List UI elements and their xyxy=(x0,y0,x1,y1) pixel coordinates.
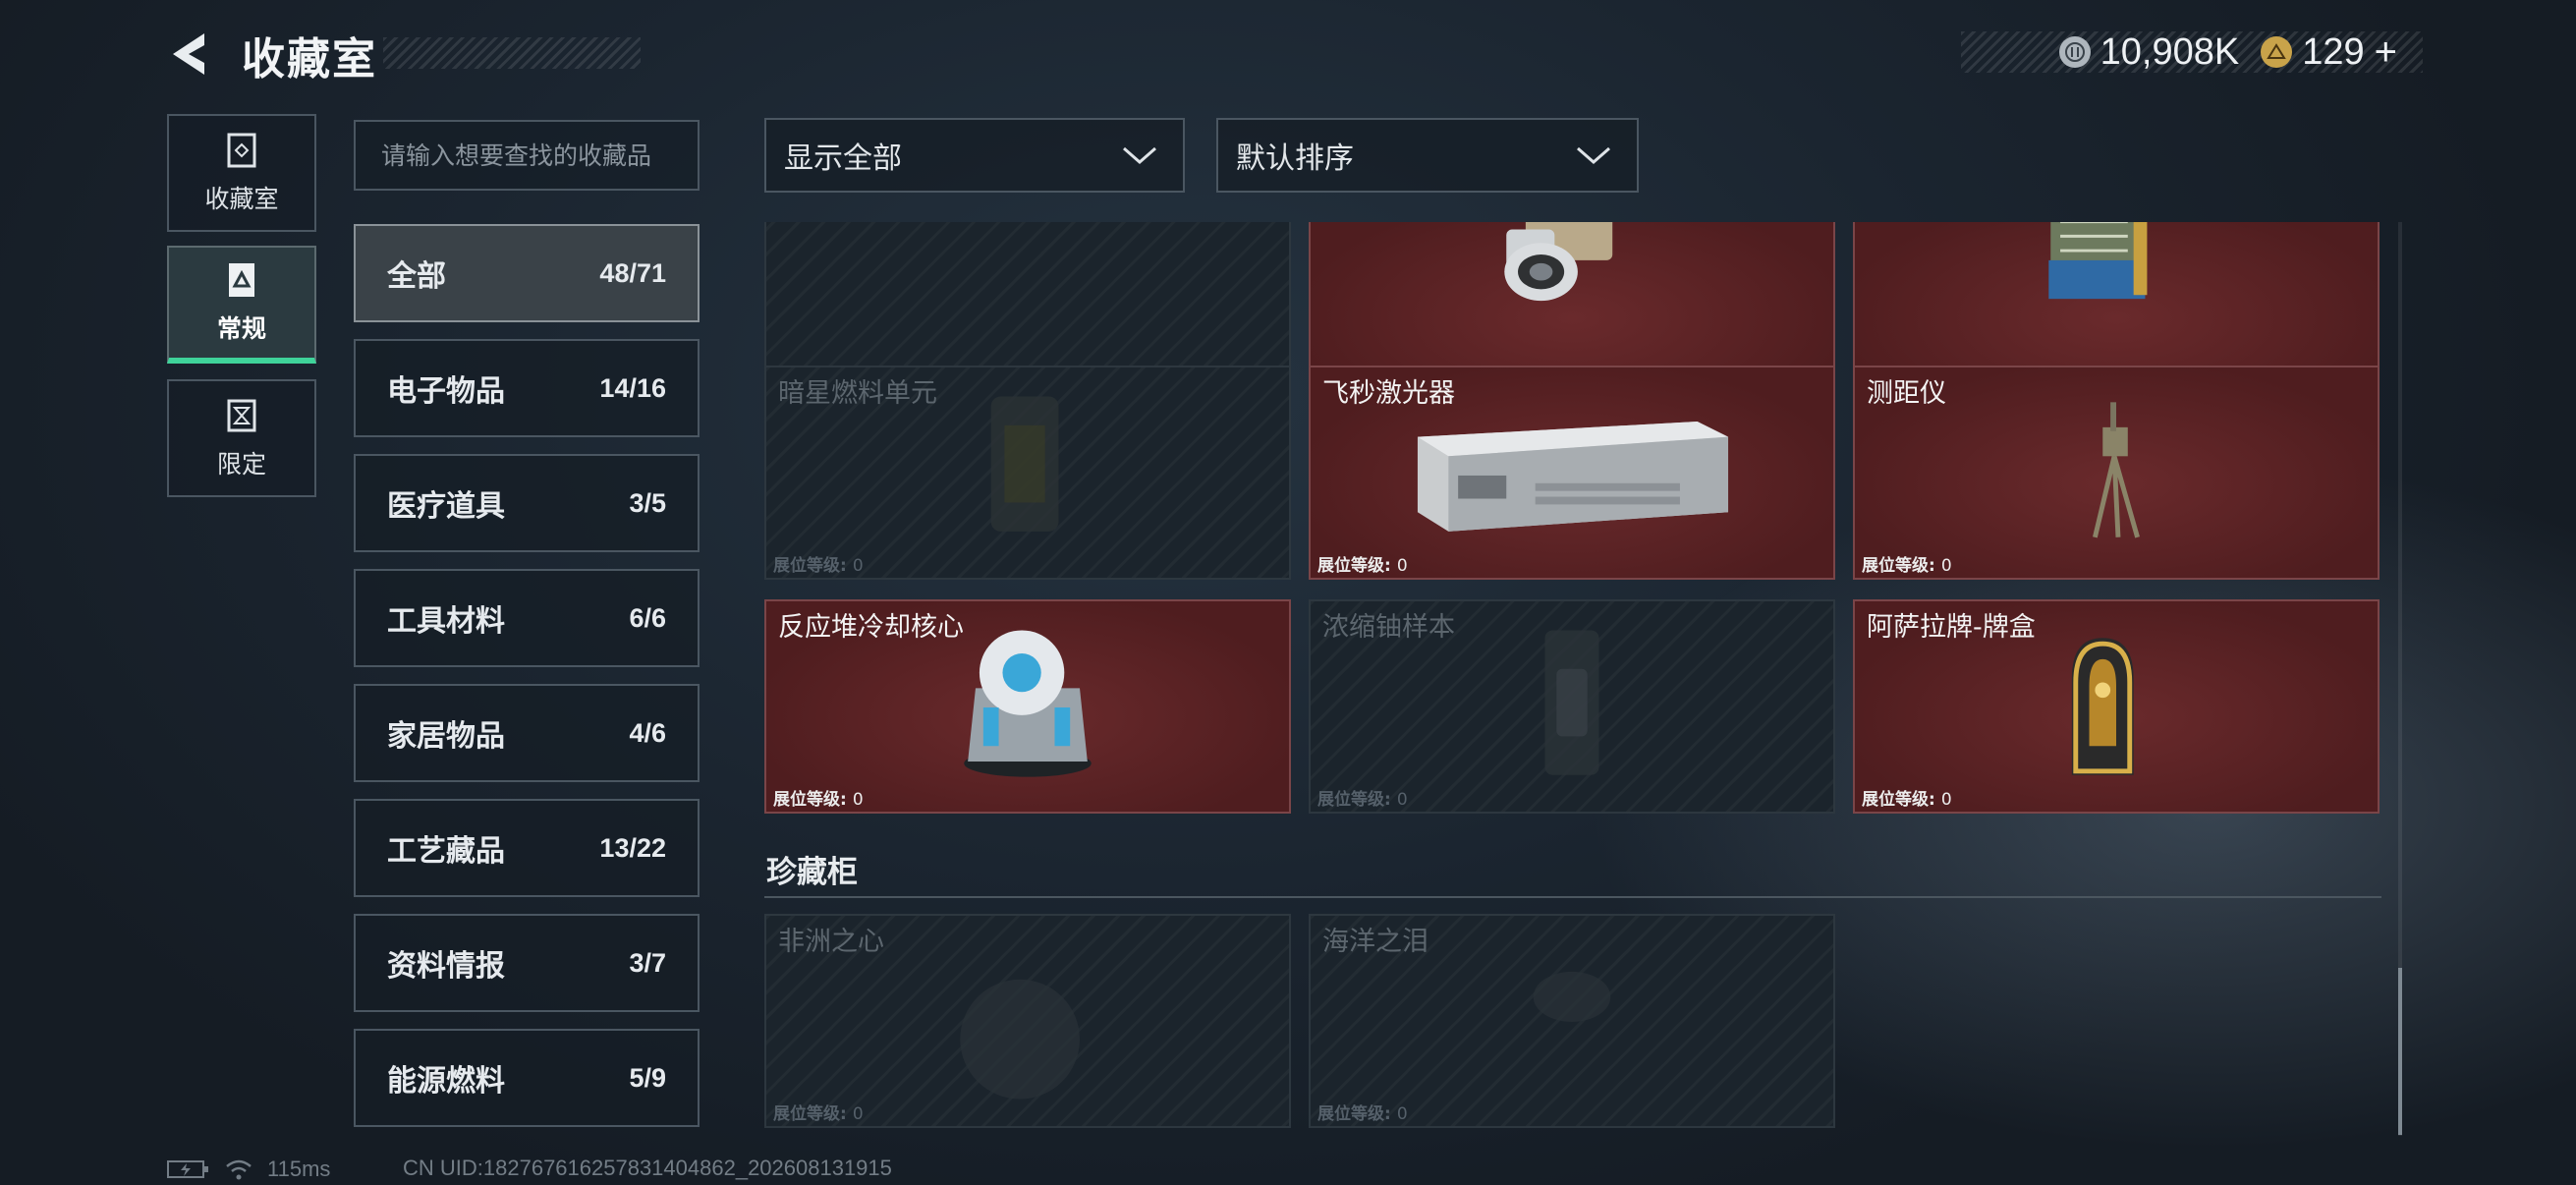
sort-dropdown[interactable]: 默认排序 xyxy=(1216,118,1639,193)
card-name: 飞秒激光器 xyxy=(1322,378,1455,409)
card-name: 浓缩铀样本 xyxy=(1322,612,1455,643)
collection-card[interactable]: 测距仪 展位等级: 0 xyxy=(1853,366,2380,580)
category-name: 医疗道具 xyxy=(387,489,505,524)
chevron-down-icon xyxy=(1577,146,1610,164)
card-name: 反应堆冷却核心 xyxy=(778,612,964,643)
back-button[interactable] xyxy=(165,29,224,79)
card-level: 展位等级:0 xyxy=(1862,790,1952,810)
collection-card[interactable]: 浓缩铀样本 展位等级: 0 xyxy=(1309,599,1835,814)
nav-label: 限定 xyxy=(216,450,266,479)
ticket-balance: 129 xyxy=(2302,30,2365,73)
nav-label: 收藏室 xyxy=(204,185,279,213)
card-level: 展位等级:0 xyxy=(1317,1104,1408,1124)
collection-card[interactable]: 暗星燃料单元 展位等级: 0 xyxy=(764,366,1291,580)
collection-card[interactable]: 阿萨拉牌-牌盒 展位等级: 0 xyxy=(1853,599,2380,814)
category-crafts[interactable]: 工艺藏品 13/22 xyxy=(354,799,700,897)
category-name: 能源燃料 xyxy=(387,1064,505,1099)
status-bar: 115ms xyxy=(167,1156,330,1183)
card-name: 阿萨拉牌-牌盒 xyxy=(1867,612,2036,643)
category-name: 电子物品 xyxy=(387,374,505,409)
treasure-card[interactable]: 海洋之泪 展位等级: 0 xyxy=(1309,914,1835,1128)
filter-dropdown[interactable]: 显示全部 xyxy=(764,118,1185,193)
category-count: 6/6 xyxy=(629,602,666,633)
user-uid: CN UID:182767616257831404862_20260813191… xyxy=(403,1156,892,1180)
nav-regular[interactable]: 常规 xyxy=(167,246,316,364)
trash-bin-icon xyxy=(227,133,256,168)
chevron-down-icon xyxy=(1123,146,1156,164)
currency-panel: 10,908K 129 + xyxy=(1961,30,2423,75)
wifi-icon xyxy=(226,1159,252,1180)
category-all[interactable]: 全部 48/71 xyxy=(354,224,700,322)
document-icon xyxy=(229,263,254,297)
page-title: 收藏室 xyxy=(242,34,377,85)
sort-value: 默认排序 xyxy=(1236,141,1354,176)
category-count: 13/22 xyxy=(599,832,666,863)
card-name: 非洲之心 xyxy=(778,927,884,957)
card-level: 展位等级:0 xyxy=(1317,556,1408,576)
coin-balance: 10,908K xyxy=(2100,30,2240,73)
section-divider xyxy=(764,896,2381,898)
search-input[interactable] xyxy=(354,120,700,191)
title-decoration xyxy=(383,37,641,69)
category-count: 48/71 xyxy=(599,257,666,288)
scrollbar-thumb[interactable] xyxy=(2398,968,2402,1135)
nav-collection-room[interactable]: 收藏室 xyxy=(167,114,316,232)
category-medical[interactable]: 医疗道具 3/5 xyxy=(354,454,700,552)
category-name: 工具材料 xyxy=(387,604,505,639)
collection-grid: 展位等级:0 展位等级:0 展位等级:0 暗星燃料单元 展位等级:0 xyxy=(764,222,2391,1136)
category-tools[interactable]: 工具材料 6/6 xyxy=(354,569,700,667)
nav-limited[interactable]: 限定 xyxy=(167,379,316,497)
category-energy[interactable]: 能源燃料 5/9 xyxy=(354,1029,700,1127)
collection-card[interactable]: 反应堆冷却核心 展位等级: 0 xyxy=(764,599,1291,814)
add-currency-button[interactable]: + xyxy=(2375,30,2397,75)
category-count: 4/6 xyxy=(629,717,666,748)
hourglass-icon xyxy=(227,399,256,432)
collection-card[interactable]: 飞秒激光器 展位等级: 0 xyxy=(1309,366,1835,580)
card-level: 展位等级:0 xyxy=(1862,556,1952,576)
section-title: 珍藏柜 xyxy=(766,855,858,890)
category-count: 3/5 xyxy=(629,487,666,518)
card-level: 展位等级:0 xyxy=(773,790,864,810)
nav-label: 常规 xyxy=(216,314,266,343)
card-level: 展位等级:0 xyxy=(773,1104,864,1124)
card-name: 海洋之泪 xyxy=(1322,927,1428,957)
category-count: 14/16 xyxy=(599,372,666,403)
ping-value: 115ms xyxy=(267,1157,331,1181)
category-intel[interactable]: 资料情报 3/7 xyxy=(354,914,700,1012)
battery-icon xyxy=(167,1160,208,1178)
card-name: 暗星燃料单元 xyxy=(778,378,937,409)
card-name: 测距仪 xyxy=(1867,378,1946,409)
category-name: 资料情报 xyxy=(387,949,505,984)
triangle-coin-icon xyxy=(2261,36,2293,68)
coin-icon xyxy=(2058,36,2091,68)
back-arrow-icon xyxy=(173,33,204,75)
card-level: 展位等级:0 xyxy=(773,556,864,576)
category-name: 全部 xyxy=(387,259,446,294)
category-household[interactable]: 家居物品 4/6 xyxy=(354,684,700,782)
card-level: 展位等级:0 xyxy=(1317,790,1408,810)
category-electronics[interactable]: 电子物品 14/16 xyxy=(354,339,700,437)
category-count: 3/7 xyxy=(629,947,666,978)
category-count: 5/9 xyxy=(629,1062,666,1093)
filter-value: 显示全部 xyxy=(784,141,902,176)
category-name: 家居物品 xyxy=(387,719,505,754)
category-name: 工艺藏品 xyxy=(387,834,505,869)
treasure-card[interactable]: 非洲之心 展位等级: 0 xyxy=(764,914,1291,1128)
